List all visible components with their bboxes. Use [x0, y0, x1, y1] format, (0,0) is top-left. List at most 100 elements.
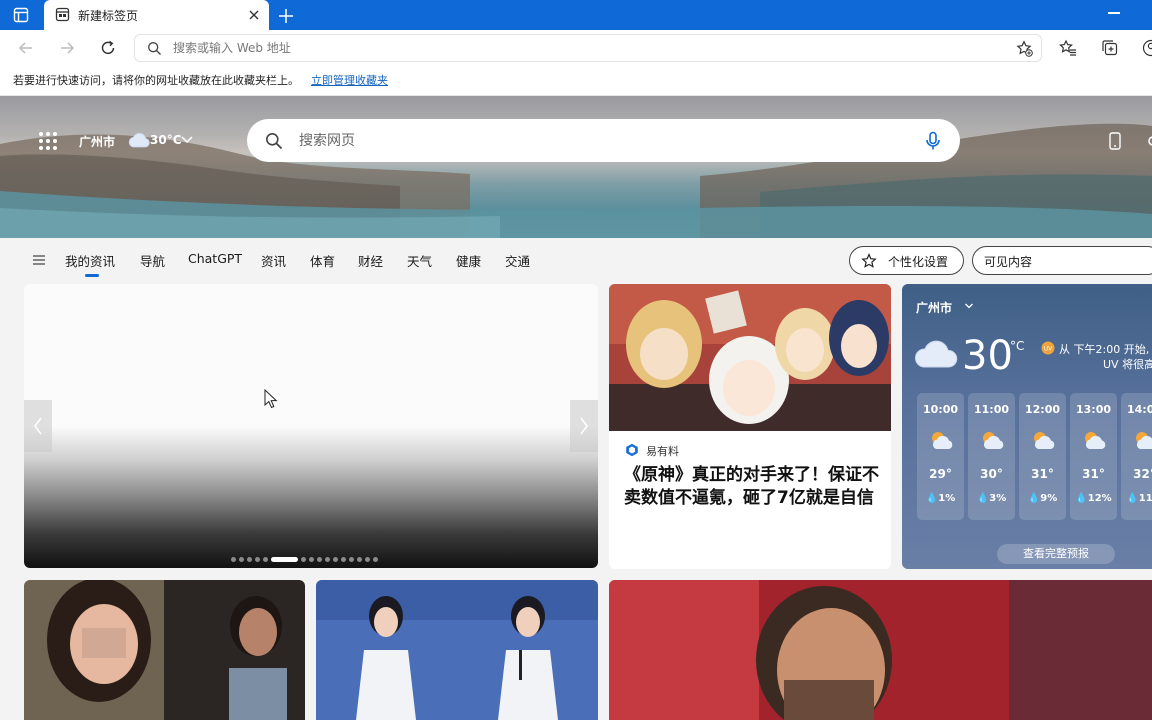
- news-card-photo[interactable]: [609, 580, 1152, 720]
- collections-icon[interactable]: [1101, 39, 1119, 57]
- hour-time: 14:00: [1126, 403, 1152, 416]
- hamburger-menu-icon[interactable]: [32, 254, 46, 266]
- weather-card-location[interactable]: 广州市: [916, 299, 952, 316]
- tab-finance[interactable]: 财经: [358, 251, 383, 270]
- hour-temp: 31°: [1082, 467, 1105, 481]
- partly-cloudy-icon: [983, 432, 1004, 449]
- hour-temp: 29°: [929, 467, 952, 481]
- chevron-down-icon[interactable]: [180, 135, 194, 145]
- address-toolbar: [0, 30, 1152, 66]
- mouse-cursor-icon: [264, 389, 278, 409]
- hour-rain-value: 12%: [1087, 493, 1112, 504]
- weather-card[interactable]: 广州市 30 °C UV 从 下午2:00 开始, UV 将很高 10:00 2…: [902, 284, 1152, 569]
- add-favorite-icon[interactable]: [1016, 40, 1033, 57]
- hourly-forecast-item[interactable]: 10:00 29° 💧1%: [917, 393, 964, 520]
- web-search-box[interactable]: [247, 119, 960, 162]
- forward-button[interactable]: [56, 38, 78, 58]
- address-input[interactable]: [173, 38, 993, 58]
- partly-cloudy-icon: [932, 432, 953, 449]
- partly-cloudy-icon: [1085, 432, 1106, 449]
- minimize-button[interactable]: [1108, 12, 1120, 14]
- manage-favorites-link[interactable]: 立即管理收藏夹: [311, 72, 388, 88]
- carousel-dot[interactable]: [231, 557, 236, 562]
- carousel-pagination[interactable]: [231, 557, 378, 563]
- partly-cloudy-icon: [1034, 432, 1055, 449]
- carousel-dot[interactable]: [341, 557, 346, 562]
- hour-rain-chance: 💧3%: [976, 493, 1007, 504]
- tab-sports[interactable]: 体育: [310, 251, 335, 270]
- gear-icon[interactable]: [1144, 132, 1152, 150]
- carousel-dot[interactable]: [333, 557, 338, 562]
- tab-traffic[interactable]: 交通: [505, 251, 530, 270]
- visible-content-button[interactable]: 可见内容: [972, 246, 1152, 275]
- tab-chatgpt[interactable]: ChatGPT: [188, 251, 242, 266]
- carousel-dot[interactable]: [349, 557, 354, 562]
- news-card-photo[interactable]: [316, 580, 598, 720]
- news-photo: [24, 580, 305, 720]
- carousel-dot[interactable]: [317, 557, 322, 562]
- search-icon: [148, 42, 161, 55]
- hourly-forecast-item[interactable]: 12:00 31° 💧9%: [1019, 393, 1066, 520]
- carousel-dot[interactable]: [373, 557, 378, 562]
- refresh-button[interactable]: [97, 38, 119, 58]
- search-icon: [266, 133, 283, 150]
- apps-grid-icon[interactable]: [38, 131, 58, 151]
- hourly-forecast-item[interactable]: 14:00 32° 💧11%: [1121, 393, 1152, 520]
- carousel-dot[interactable]: [255, 557, 260, 562]
- tab-news[interactable]: 资讯: [261, 251, 286, 270]
- news-card-photo[interactable]: [24, 580, 305, 720]
- refresh-icon: [101, 40, 115, 55]
- favorites-bar-hint: 若要进行快速访问，请将你的网址收藏放在此收藏夹栏上。: [13, 74, 299, 87]
- carousel-dot[interactable]: [325, 557, 330, 562]
- chevron-down-icon[interactable]: [964, 302, 974, 310]
- mobile-phone-icon[interactable]: [1108, 132, 1122, 150]
- carousel-dot[interactable]: [365, 557, 370, 562]
- hour-rain-value: 9%: [1040, 493, 1058, 504]
- tab-new-tab[interactable]: 新建标签页: [44, 0, 269, 30]
- hour-temp: 31°: [1031, 467, 1054, 481]
- visible-content-label: 可见内容: [984, 255, 1033, 269]
- carousel-dot[interactable]: [357, 557, 362, 562]
- hero-carousel[interactable]: [24, 284, 598, 568]
- tab-health[interactable]: 健康: [456, 251, 481, 270]
- back-button[interactable]: [15, 38, 37, 58]
- close-icon[interactable]: [247, 8, 261, 22]
- web-search-input[interactable]: [299, 130, 899, 152]
- weather-temperature[interactable]: 30°C: [150, 133, 182, 147]
- news-headline[interactable]: 《原神》真正的对手来了！保证不卖数值不逼氪，砸了7亿就是自信: [624, 464, 879, 510]
- arrow-right-icon: [61, 42, 75, 54]
- tab-actions-button[interactable]: [10, 6, 32, 24]
- news-photo: [316, 580, 598, 720]
- lake-background-image: [0, 123, 1152, 238]
- tab-my-feed[interactable]: 我的资讯: [65, 251, 115, 277]
- carousel-prev-button[interactable]: [24, 400, 52, 452]
- tab-navigation[interactable]: 导航: [140, 251, 165, 270]
- weather-location[interactable]: 广州市: [79, 133, 115, 150]
- carousel-next-button[interactable]: [570, 400, 598, 452]
- tab-weather[interactable]: 天气: [407, 251, 432, 270]
- carousel-dot[interactable]: [271, 557, 298, 562]
- hour-rain-chance: 💧12%: [1075, 493, 1112, 504]
- hour-rain-chance: 💧1%: [925, 493, 956, 504]
- carousel-dot[interactable]: [263, 557, 268, 562]
- profile-icon[interactable]: [1142, 39, 1152, 57]
- plus-icon[interactable]: [276, 6, 296, 26]
- carousel-dot[interactable]: [301, 557, 306, 562]
- favorites-bar: 若要进行快速访问，请将你的网址收藏放在此收藏夹栏上。 立即管理收藏夹: [0, 66, 1152, 96]
- uv-badge-text: UV: [1044, 346, 1053, 353]
- address-bar[interactable]: [134, 34, 1042, 62]
- news-card[interactable]: 易有料 《原神》真正的对手来了！保证不卖数值不逼氪，砸了7亿就是自信: [609, 284, 891, 569]
- carousel-dot[interactable]: [247, 557, 252, 562]
- personalize-button[interactable]: 个性化设置: [849, 246, 964, 275]
- carousel-dot[interactable]: [309, 557, 314, 562]
- arrow-left-icon: [18, 42, 32, 54]
- favorites-icon[interactable]: [1059, 39, 1077, 57]
- hourly-forecast-item[interactable]: 13:00 31° 💧12%: [1070, 393, 1117, 520]
- weather-card-temperature: 30: [962, 333, 1013, 379]
- microphone-icon[interactable]: [924, 131, 942, 151]
- carousel-dot[interactable]: [239, 557, 244, 562]
- full-forecast-button[interactable]: 查看完整预报: [997, 544, 1115, 564]
- tab-strip: 新建标签页: [0, 0, 1152, 30]
- hour-time: 10:00: [922, 403, 958, 416]
- hourly-forecast-item[interactable]: 11:00 30° 💧3%: [968, 393, 1015, 520]
